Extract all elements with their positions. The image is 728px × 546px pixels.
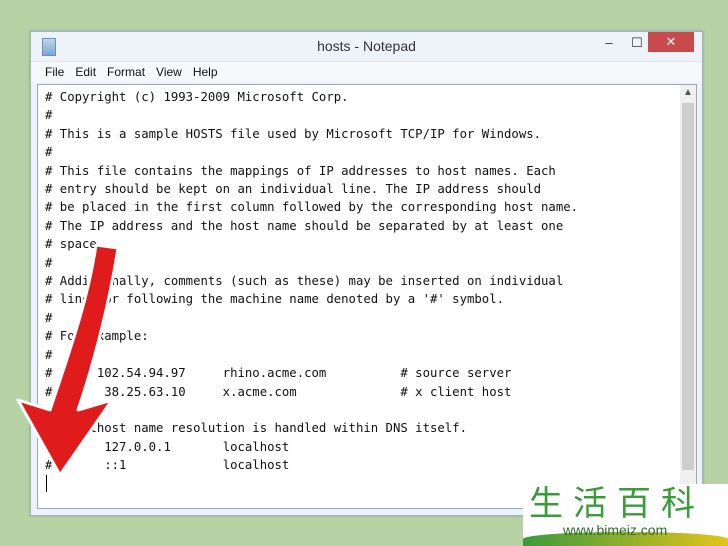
watermark-chars: 生活百科 [529,484,705,524]
watermark-logo: 生活百科 www.bimeiz.com [523,484,728,546]
watermark-url: www.bimeiz.com [563,522,668,538]
red-arrow-icon [16,243,120,477]
